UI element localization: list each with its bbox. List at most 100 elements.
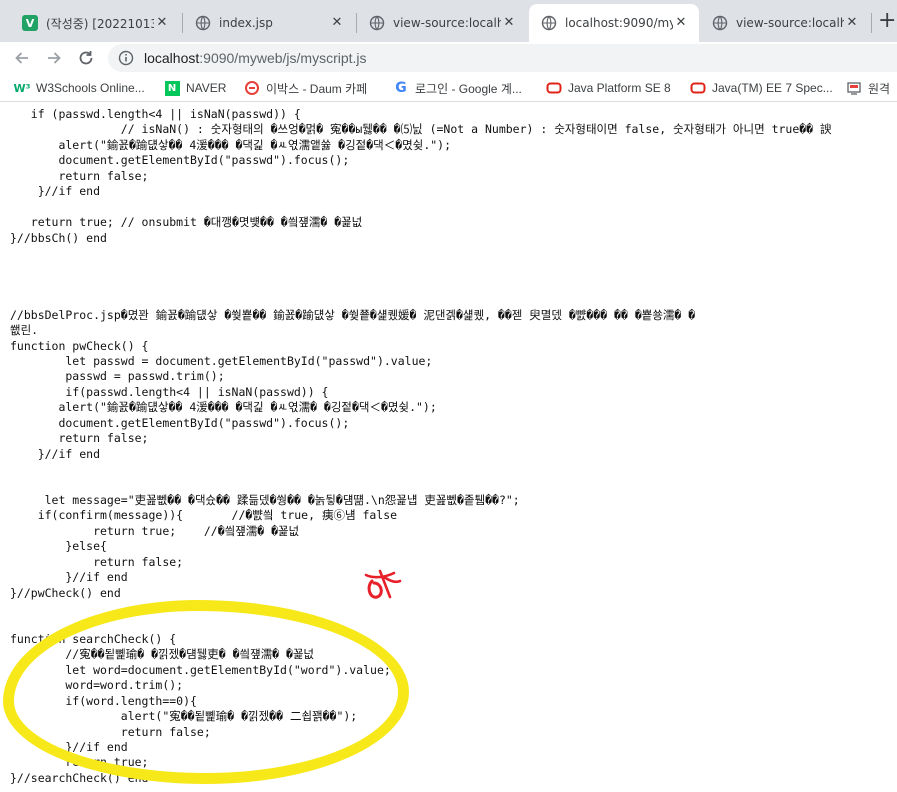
bookmark-label: Java(TM) EE 7 Spec... [712,81,833,95]
globe-icon [712,15,728,31]
code-line: passwd = passwd.trim(); [10,369,225,384]
tab-3-active[interactable]: localhost:9090/myw ✕ [529,4,699,42]
tab-title: (작성중) [20221013/ [46,16,154,31]
code-line: return false; [10,724,211,739]
tab-strip: V (작성중) [20221013/ ✕ index.jsp ✕ view-so… [0,0,897,42]
code-line: // isNaN() : 숫자형태의 �쓰엉�멁� 寃��ы뒗�� �⑸닔 (=… [10,122,832,137]
code-line: }//pwCheck() end [10,585,121,600]
close-icon[interactable]: ✕ [501,15,517,31]
code-line: function pwCheck() { [10,338,149,353]
code-line: }//searchCheck() end [10,770,149,785]
globe-icon [541,15,557,31]
v-app-icon: V [22,15,38,31]
back-arrow-icon [15,52,28,64]
tab-1[interactable]: index.jsp ✕ [183,4,355,42]
code-line: }else{ [10,539,107,554]
info-icon [118,50,134,66]
code-line: //寃��됱뼱瑜� �낅젰�덈뒗吏� �씤쟾濡� �꾩넚 [10,647,315,662]
tab-2[interactable]: view-source:localho ✕ [357,4,527,42]
bookmark-w3schools[interactable]: W³ W3Schools Online... [14,79,145,97]
code-line: alert("寃��됱뼱瑜� �낅젰�� 二쇱꽭��"); [10,709,358,724]
bookmark-daum-cafe[interactable]: 이박스 - Daum 카페 [244,79,367,97]
bookmark-java-se8[interactable]: Java Platform SE 8 [546,79,671,97]
code-line: }//if end [10,184,101,199]
code-line: return false; [10,554,184,569]
code-line: return false; [10,168,149,183]
code-line: }//if end [10,570,128,585]
tab-title: localhost:9090/myw [565,16,673,30]
code-line: alert("鍮꾨�踰덊샇�� 4湲��� �댁긽 �ㅻ엯濡� �깅젙�댁＜�몄… [10,400,437,415]
globe-icon [369,15,385,31]
code-line: }//bbsCh() end [10,230,107,245]
url-path: :9090/myweb/js/myscript.js [199,50,367,66]
red-pen-mark-icon [364,569,402,599]
w3schools-icon: W³ [13,81,31,95]
address-bar[interactable]: localhost:9090/myweb/js/myscript.js [108,44,897,72]
tab-title: index.jsp [219,16,273,30]
close-icon[interactable]: ✕ [154,15,170,31]
url-host: localhost [144,50,200,66]
bookmark-label: W3Schools Online... [36,81,145,95]
daum-cafe-icon [244,80,260,96]
naver-icon: N [164,80,180,96]
code-line: }//if end [10,446,101,461]
bookmark-label: 이박스 - Daum 카페 [266,81,368,96]
code-line: document.getElementById("passwd").focus(… [10,415,350,430]
bookmark-label: NAVER [186,81,227,95]
tab-divider [871,13,872,33]
bookmark-google[interactable]: G 로그인 - Google 계... [393,79,522,97]
bookmark-label: Java Platform SE 8 [568,81,671,95]
code-line: return false; [10,431,149,446]
code-line: }//if end [10,739,128,754]
tab-0[interactable]: V (작성중) [20221013/ ✕ [10,4,180,42]
bookmark-naver[interactable]: N NAVER [164,79,226,97]
code-line: let message="吏꾪뻾�� �댁슜�� 蹂듦뎄�쒕�� �놁뒿�덈떎.… [10,492,520,507]
forward-button[interactable] [42,46,66,70]
browser-toolbar: localhost:9090/myweb/js/myscript.js [0,42,897,74]
close-icon[interactable]: ✕ [673,15,689,31]
code-line: return true; // onsubmit �대깽�몃뱾�� �씤쟾濡� … [10,215,363,230]
code-line: let passwd = document.getElementById("pa… [10,354,433,368]
code-block: if (passwd.length<4 || isNaN(passwd)) { … [10,107,832,786]
bookmarks-bar: W³ W3Schools Online... N NAVER 이박스 - Dau… [0,74,897,102]
globe-icon [195,15,211,31]
code-line: 쐢린. [10,323,39,338]
close-icon[interactable]: ✕ [329,15,345,31]
bookmark-label: 원격 [868,81,891,96]
code-line: let word=document.getElementById("word")… [10,662,391,677]
code-line: if(word.length==0){ [10,693,197,708]
tab-title: view-source:localho [736,16,844,30]
google-icon: G [395,80,407,96]
code-line: alert("鍮꾨�踰덊샇�� 4湲��� �댁긽 �ㅻ엯濡앹쓣 �깅젙�댁＜�… [10,137,452,152]
forward-arrow-icon [48,52,61,64]
source-view: if (passwd.length<4 || isNaN(passwd)) { … [0,103,897,792]
bookmark-java-ee7[interactable]: Java(TM) EE 7 Spec... [690,79,833,97]
code-line: function searchCheck() { [10,631,177,646]
tab-4[interactable]: view-source:localho ✕ [700,4,870,42]
bookmark-remote[interactable]: 원격 [846,79,890,97]
code-line: return true; //�씤쟾濡� �꾩넚 [10,523,300,538]
code-line: //bbsDelProc.jsp�몄꽌 鍮꾨�踰덊샇 �쒖뿉�� 鍮꾨�踰덊샇 … [10,307,696,322]
reload-icon [79,51,93,65]
tab-title: view-source:localho [393,16,501,30]
new-tab-button[interactable]: + [878,10,896,32]
back-button[interactable] [10,46,34,70]
reload-button[interactable] [74,46,98,70]
oracle-icon [546,80,562,96]
close-icon[interactable]: ✕ [844,15,860,31]
code-line: if (passwd.length<4 || isNaN(passwd)) { [10,107,301,121]
code-line: if(confirm(message)){ //�뺤씤 true, 痍⑥냼 fa… [10,508,398,523]
code-line: return true; [10,755,149,770]
bookmark-label: 로그인 - Google 계... [415,81,522,96]
code-line: if(passwd.length<4 || isNaN(passwd)) { [10,384,329,399]
oracle-icon [690,80,706,96]
